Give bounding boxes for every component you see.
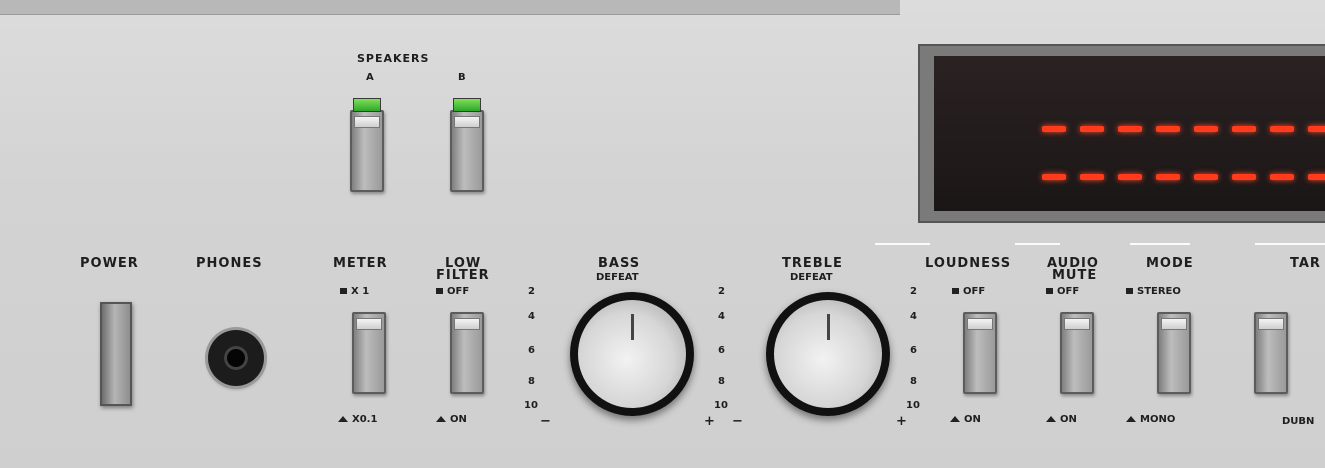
bass-right-tick-2: 2 bbox=[718, 286, 725, 297]
meter-x1-label: X 1 bbox=[340, 286, 369, 297]
amplifier-front-panel: SPEAKERS A B POWER PHONES METER X 1 X0.1… bbox=[0, 0, 1325, 468]
mode-label: MODE bbox=[1146, 256, 1194, 271]
bass-right-tick-6: 6 bbox=[718, 345, 725, 356]
top-trim bbox=[0, 0, 900, 15]
meter-led-segment bbox=[1270, 126, 1294, 132]
bass-knob[interactable] bbox=[570, 292, 694, 416]
audio-mute-on-label: ON bbox=[1046, 414, 1077, 425]
meter-led-segment bbox=[1308, 174, 1325, 180]
speakers-b-indicator bbox=[453, 98, 481, 112]
bass-right-tick-4: 4 bbox=[718, 311, 725, 322]
mode-switch[interactable] bbox=[1157, 312, 1191, 394]
tape-label: TAR bbox=[1290, 256, 1321, 271]
meter-led-segment bbox=[1080, 174, 1104, 180]
loudness-on-label: ON bbox=[950, 414, 981, 425]
treble-right-tick-2: 2 bbox=[910, 286, 917, 297]
mode-mono-label: MONO bbox=[1126, 414, 1175, 425]
bass-plus-label: + bbox=[704, 414, 715, 429]
phones-label: PHONES bbox=[196, 256, 263, 271]
bass-label: BASS bbox=[598, 256, 641, 271]
speakers-label: SPEAKERS bbox=[357, 52, 430, 65]
meter-led-segment bbox=[1156, 126, 1180, 132]
treble-defeat-label: DEFEAT bbox=[790, 272, 833, 283]
low-filter-label-line2: FILTER bbox=[436, 268, 490, 283]
treble-plus-label: + bbox=[896, 414, 907, 429]
meter-screen bbox=[934, 56, 1325, 211]
speakers-a-label: A bbox=[366, 72, 375, 83]
loudness-off-label: OFF bbox=[952, 286, 985, 297]
tape-switch[interactable] bbox=[1254, 312, 1288, 394]
speakers-a-switch[interactable] bbox=[350, 98, 384, 192]
phones-jack[interactable] bbox=[208, 330, 264, 386]
treble-right-tick-10: 10 bbox=[906, 400, 920, 411]
low-filter-off-label: OFF bbox=[436, 286, 469, 297]
bass-left-tick-2: 2 bbox=[528, 286, 535, 297]
treble-knob[interactable] bbox=[766, 292, 890, 416]
meter-led-segment bbox=[1042, 174, 1066, 180]
low-filter-switch[interactable] bbox=[450, 312, 484, 394]
treble-minus-label: − bbox=[732, 414, 743, 429]
meter-led-segment bbox=[1156, 174, 1180, 180]
bass-left-tick-4: 4 bbox=[528, 311, 535, 322]
speakers-a-indicator bbox=[353, 98, 381, 112]
treble-label: TREBLE bbox=[782, 256, 843, 271]
meter-led-segment bbox=[1270, 174, 1294, 180]
treble-right-tick-6: 6 bbox=[910, 345, 917, 356]
meter-led-segment bbox=[1080, 126, 1104, 132]
speakers-b-switch[interactable] bbox=[450, 98, 484, 192]
bass-minus-label: − bbox=[540, 414, 551, 429]
level-meter-display bbox=[918, 44, 1325, 223]
power-button[interactable] bbox=[100, 302, 132, 406]
tape-dubbing-label: DUBN bbox=[1282, 416, 1315, 427]
low-filter-on-label: ON bbox=[436, 414, 467, 425]
meter-led-segment bbox=[1194, 126, 1218, 132]
treble-right-tick-4: 4 bbox=[910, 311, 917, 322]
speakers-b-label: B bbox=[458, 72, 467, 83]
audio-mute-off-label: OFF bbox=[1046, 286, 1079, 297]
mode-stereo-label: STEREO bbox=[1126, 286, 1181, 297]
meter-led-segment bbox=[1118, 174, 1142, 180]
bass-left-tick-8: 8 bbox=[528, 376, 535, 387]
bass-right-tick-10: 10 bbox=[714, 400, 728, 411]
power-label: POWER bbox=[80, 256, 139, 271]
meter-x01-label: X0.1 bbox=[338, 414, 377, 425]
meter-led-segment bbox=[1232, 126, 1256, 132]
bass-left-tick-10: 10 bbox=[524, 400, 538, 411]
audio-mute-label-line2: MUTE bbox=[1052, 268, 1098, 283]
bass-left-tick-6: 6 bbox=[528, 345, 535, 356]
loudness-switch[interactable] bbox=[963, 312, 997, 394]
meter-label: METER bbox=[333, 256, 388, 271]
meter-led-segment bbox=[1194, 174, 1218, 180]
meter-range-switch[interactable] bbox=[352, 312, 386, 394]
loudness-label: LOUDNESS bbox=[925, 256, 1012, 271]
meter-led-segment bbox=[1232, 174, 1256, 180]
bass-right-tick-8: 8 bbox=[718, 376, 725, 387]
treble-right-tick-8: 8 bbox=[910, 376, 917, 387]
meter-led-segment bbox=[1308, 126, 1325, 132]
meter-led-segment bbox=[1042, 126, 1066, 132]
meter-led-segment bbox=[1118, 126, 1142, 132]
audio-mute-switch[interactable] bbox=[1060, 312, 1094, 394]
bass-defeat-label: DEFEAT bbox=[596, 272, 639, 283]
